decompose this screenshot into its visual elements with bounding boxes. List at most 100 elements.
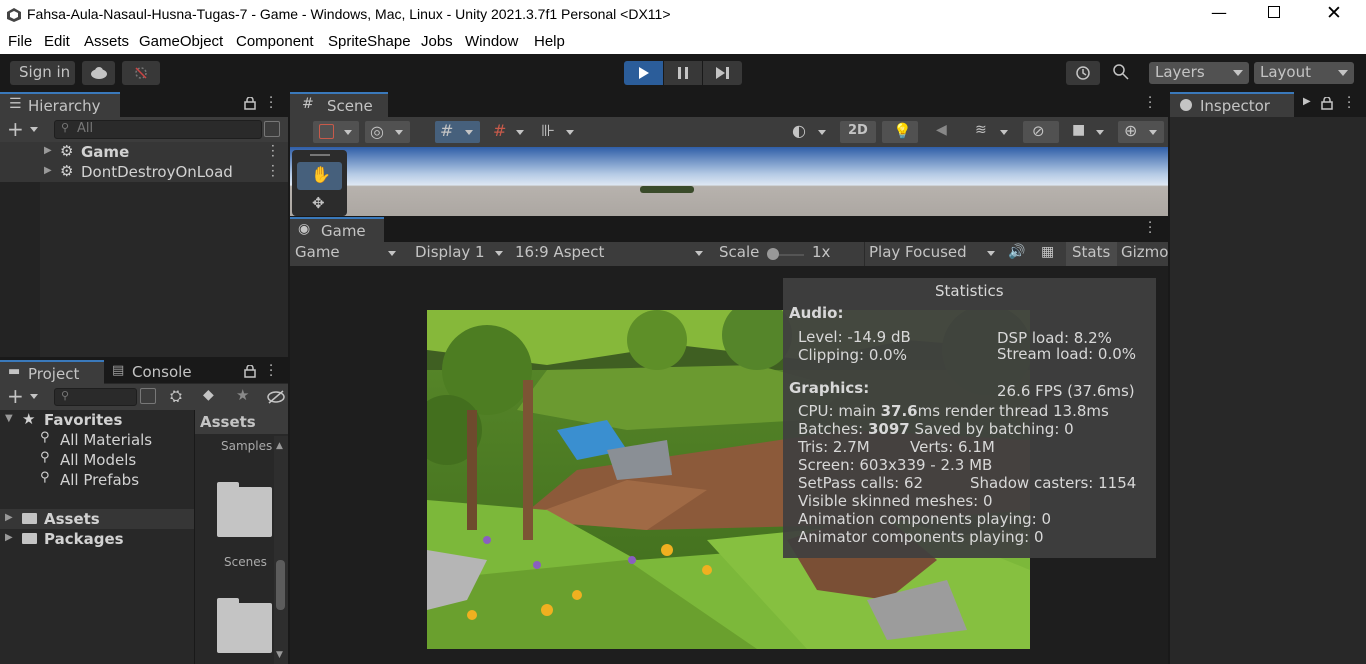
- lock-icon[interactable]: [1321, 97, 1333, 110]
- item-menu-icon[interactable]: · · ·: [271, 160, 275, 182]
- hierarchy-menu-icon[interactable]: · · ·: [269, 92, 273, 115]
- search-options-icon[interactable]: [140, 388, 156, 404]
- aspect-dropdown[interactable]: 16:9 Aspect: [515, 243, 707, 261]
- add-icon[interactable]: +: [7, 384, 24, 408]
- pause-button[interactable]: [664, 61, 702, 85]
- item-menu-icon[interactable]: · · ·: [271, 140, 275, 162]
- audio-button[interactable]: ◀: [926, 121, 962, 143]
- play-button[interactable]: [624, 61, 663, 85]
- sign-in-button[interactable]: Sign in: [10, 61, 75, 85]
- label-icon[interactable]: ◆: [203, 387, 214, 403]
- menu-help[interactable]: Help: [534, 33, 565, 50]
- expand-arrow-icon[interactable]: ▶: [44, 145, 52, 156]
- folder-icon[interactable]: [217, 603, 272, 653]
- effects-button[interactable]: ≋: [968, 121, 1014, 143]
- project-splitter[interactable]: [194, 410, 195, 664]
- search-options-icon[interactable]: [264, 121, 280, 137]
- global-local-button[interactable]: ◎: [365, 121, 410, 143]
- history-button[interactable]: [1066, 61, 1100, 85]
- tab-game[interactable]: ◉ Game: [290, 217, 384, 242]
- hierarchy-item-game[interactable]: ▶ ⚙ Game · · ·: [0, 140, 288, 162]
- expand-arrow-icon[interactable]: ▶: [5, 532, 13, 543]
- maximize-icon[interactable]: [1268, 6, 1280, 18]
- gizmos-button[interactable]: ⊕: [1118, 121, 1164, 143]
- project-search-input[interactable]: ⚲: [54, 388, 137, 406]
- overlay-grip[interactable]: [310, 154, 330, 156]
- move-tool-icon[interactable]: ✥: [312, 194, 325, 212]
- project-menu-icon[interactable]: · · ·: [269, 360, 273, 383]
- menu-edit[interactable]: Edit: [44, 33, 70, 50]
- expand-right-icon[interactable]: ▶: [1303, 96, 1311, 107]
- increment-snap-button[interactable]: #: [488, 121, 530, 143]
- scroll-up-icon[interactable]: ▲: [276, 441, 283, 451]
- mode-2d-button[interactable]: 2D: [840, 121, 876, 143]
- expand-arrow-icon[interactable]: ▶: [44, 165, 52, 176]
- assets-breadcrumb[interactable]: Assets: [200, 413, 256, 431]
- window-title: Fahsa-Aula-Nasaul-Husna-Tugas-7 - Game -…: [27, 6, 671, 22]
- scrollbar-thumb[interactable]: [276, 560, 285, 610]
- packages-root-row[interactable]: ▶ Packages: [0, 529, 194, 549]
- favorite-item[interactable]: ⚲ All Materials: [0, 430, 194, 450]
- gizmos-toggle-button[interactable]: Gizmo: [1117, 242, 1168, 266]
- folder-label-scenes[interactable]: Scenes: [224, 555, 267, 569]
- menu-gameobject[interactable]: GameObject: [139, 33, 223, 50]
- menu-component[interactable]: Component: [236, 33, 314, 50]
- cloud-button[interactable]: [82, 61, 115, 85]
- draw-mode-button[interactable]: [313, 121, 359, 143]
- lock-icon[interactable]: [244, 365, 256, 378]
- expand-arrow-icon[interactable]: ▶: [5, 512, 13, 523]
- project-scrollbar[interactable]: ▲ ▼: [274, 436, 288, 664]
- lock-icon[interactable]: [244, 97, 256, 110]
- close-icon[interactable]: ✕: [1326, 2, 1342, 24]
- hierarchy-search-input[interactable]: ⚲ All: [54, 120, 262, 139]
- scale-slider-thumb[interactable]: [767, 248, 779, 260]
- layout-dropdown[interactable]: Layout: [1254, 62, 1354, 84]
- folder-label-samples[interactable]: Samples: [221, 439, 272, 453]
- menu-jobs[interactable]: Jobs: [421, 33, 453, 50]
- keyboard-icon[interactable]: ▦: [1041, 244, 1054, 260]
- scene-viewport[interactable]: [290, 147, 1168, 216]
- scene-visibility-button[interactable]: ⊘: [1023, 121, 1059, 143]
- layers-dropdown[interactable]: Layers: [1149, 62, 1249, 84]
- ruler-button[interactable]: ⊪: [536, 121, 581, 143]
- menu-window[interactable]: Window: [465, 33, 518, 50]
- search-button[interactable]: [1112, 63, 1130, 85]
- star-icon[interactable]: ★: [236, 386, 249, 404]
- camera-button[interactable]: ■: [1066, 121, 1111, 143]
- scene-menu-icon[interactable]: · · ·: [1148, 92, 1152, 115]
- play-focused-dropdown[interactable]: Play Focused: [869, 243, 1001, 261]
- tab-hierarchy[interactable]: ☰ Hierarchy: [0, 92, 120, 117]
- favorites-row[interactable]: ▼ ★ Favorites: [0, 410, 194, 430]
- tab-project[interactable]: ▬ Project: [0, 360, 104, 384]
- minimize-icon[interactable]: —: [1211, 3, 1227, 22]
- add-icon[interactable]: +: [7, 117, 24, 141]
- speaker-icon[interactable]: 🔊: [1008, 244, 1025, 260]
- step-button[interactable]: [703, 61, 742, 85]
- hidden-eye-icon[interactable]: [267, 390, 285, 404]
- filter-type-icon[interactable]: ⛭: [170, 387, 182, 405]
- menu-file[interactable]: File: [8, 33, 32, 50]
- inspector-menu-icon[interactable]: · · ·: [1347, 92, 1351, 115]
- collapse-arrow-icon[interactable]: ▼: [5, 413, 13, 424]
- scroll-down-icon[interactable]: ▼: [276, 650, 283, 660]
- favorite-item[interactable]: ⚲ All Models: [0, 450, 194, 470]
- display-dropdown[interactable]: Display 1: [415, 243, 507, 261]
- hand-tool-button[interactable]: ✋: [297, 162, 342, 190]
- game-menu-icon[interactable]: · · ·: [1148, 217, 1152, 240]
- tab-scene[interactable]: # Scene: [290, 92, 388, 117]
- chevron-down-icon[interactable]: [30, 127, 38, 132]
- menu-assets[interactable]: Assets: [84, 33, 129, 50]
- favorite-item[interactable]: ⚲ All Prefabs: [0, 470, 194, 490]
- menu-spriteshape[interactable]: SpriteShape: [328, 33, 411, 50]
- display-mode-dropdown[interactable]: Game: [295, 243, 403, 261]
- collab-button[interactable]: [122, 61, 160, 85]
- folder-icon[interactable]: [217, 487, 272, 537]
- chevron-down-icon[interactable]: [30, 394, 38, 399]
- grid-snap-button[interactable]: #: [435, 121, 480, 143]
- tab-inspector[interactable]: Inspector: [1170, 92, 1294, 117]
- lighting-button[interactable]: 💡: [882, 121, 918, 143]
- assets-root-row[interactable]: ▶ Assets: [0, 509, 194, 529]
- stats-toggle-button[interactable]: Stats: [1066, 242, 1117, 266]
- hierarchy-item-dontdestroyonload[interactable]: ▶ ⚙ DontDestroyOnLoad · · ·: [0, 160, 288, 182]
- shading-mode-button[interactable]: ◐: [787, 121, 834, 143]
